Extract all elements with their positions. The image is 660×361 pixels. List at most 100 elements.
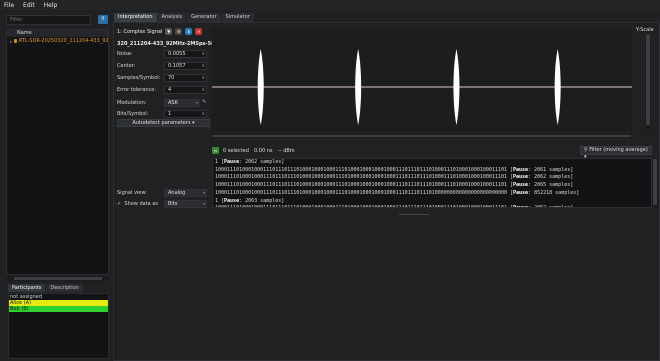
tab-generator[interactable]: Generator <box>187 13 221 22</box>
menu-help[interactable]: Help <box>44 2 58 9</box>
samples-per-symbol-spinbox[interactable]: 70 ⬍ <box>164 74 207 82</box>
data-line[interactable]: 1000111010001000111011101110100010001000… <box>213 167 651 175</box>
chevron-down-icon: ▾ <box>192 120 195 126</box>
pause-samples: : 2061 samples] <box>528 166 574 173</box>
wrench-icon[interactable]: ✎ <box>202 99 209 106</box>
spin-arrows-icon[interactable]: ⬍ <box>202 111 205 117</box>
data-bits: 1000111010001000111011101110100010001000… <box>215 174 514 181</box>
scrollbar-thumb[interactable] <box>213 135 631 137</box>
info-icon[interactable]: ▼ <box>165 28 173 35</box>
pause-keyword: Pause <box>224 159 240 165</box>
tab-interpretation[interactable]: Interpretation <box>114 13 157 22</box>
filter-row: ⚲ <box>5 14 109 26</box>
pause-samples: : 2062 samples] <box>528 205 573 207</box>
save-icon[interactable]: ⬇ <box>185 28 193 35</box>
show-data-select[interactable]: Bits ▾ <box>164 200 207 208</box>
filter-input[interactable] <box>6 15 91 25</box>
selected-time: 0.00 ns <box>254 148 273 154</box>
filter-icon: ⚲ <box>584 147 588 153</box>
close-icon[interactable]: ✕ <box>195 28 203 35</box>
data-line[interactable]: 1000111010001000111011101110100010001000… <box>213 205 651 207</box>
data-vertical-scrollbar[interactable] <box>652 158 658 208</box>
left-panel: ⚲ Name ▸ RTL-SDR-20250320_211204-433_92M… <box>5 14 109 359</box>
spin-arrows-icon[interactable]: ⬍ <box>202 87 205 93</box>
tab-participants[interactable]: Participants <box>8 284 46 292</box>
signal-view-label: Signal view: <box>117 190 147 196</box>
samples-per-symbol-label: Samples/Symbol: <box>117 75 161 81</box>
tree-horizontal-scrollbar[interactable] <box>6 276 109 281</box>
menu-file[interactable]: File <box>4 2 14 9</box>
filter-button[interactable]: ⚲ Filter (moving average) ▾ <box>580 146 652 160</box>
yscale-slider-thumb[interactable] <box>646 35 650 125</box>
data-bits: 1000111010001000111011101110100010001000… <box>215 166 514 173</box>
noise-label: Noise: <box>117 51 133 57</box>
plot-horizontal-scrollbar[interactable] <box>212 134 632 138</box>
main-tabs: Interpretation Analysis Generator Simula… <box>114 13 254 22</box>
pause-keyword: Pause <box>224 197 240 204</box>
pause-keyword: Pause <box>513 166 529 173</box>
chevron-down-icon: ▾ <box>202 190 205 195</box>
signal-view-value: Analog <box>168 190 186 196</box>
spin-arrows-icon[interactable]: ⬍ <box>202 51 205 57</box>
signal-view-row: Signal view: Analog ▾ <box>117 189 210 198</box>
menu-edit[interactable]: Edit <box>23 2 35 9</box>
data-line[interactable]: 1 [Pause: 2063 samples] <box>213 198 651 206</box>
pause-keyword: Pause <box>513 174 529 181</box>
settings-icon[interactable]: ⚙ <box>175 28 183 35</box>
bits-per-symbol-value: 1 <box>168 111 172 117</box>
signal-plot[interactable] <box>212 27 632 132</box>
tree-header-name: Name <box>7 30 108 37</box>
protocol-data-view[interactable]: 1 [Pause: 2062 samples] 10001110100010001… <box>212 158 652 208</box>
samples-per-symbol-value: 70 <box>168 75 175 81</box>
filter-label: Filter (moving average) <box>589 147 648 153</box>
tab-simulator[interactable]: Simulator <box>221 13 254 22</box>
checkmark-icon: ✓ <box>117 201 122 207</box>
autodetect-button[interactable]: Autodetect parameters ▾ <box>117 119 210 127</box>
data-line[interactable]: 1000111010001000111011101110100010001000… <box>213 190 651 198</box>
center-spinbox[interactable]: 0.1057 ⬍ <box>164 62 207 70</box>
error-tolerance-label: Error tolerance: <box>117 87 157 93</box>
yscale-slider[interactable] <box>645 35 651 130</box>
splitter-handle[interactable] <box>399 214 429 215</box>
data-line[interactable]: 1000111010001000111011101110100010001000… <box>213 182 651 190</box>
signal-title: 1: Complex Signal <box>117 28 163 35</box>
modulation-select[interactable]: ASK ▾ <box>164 99 200 107</box>
pause-samples: : 2062 samples] <box>239 159 285 165</box>
signal-burst <box>554 49 561 125</box>
signal-tree[interactable]: Name ▸ RTL-SDR-20250320_211204-433_92MHz… <box>6 29 109 275</box>
data-bits: 1 [ <box>215 197 225 204</box>
pause-samples: : 2062 samples] <box>528 174 574 181</box>
signal-view-select[interactable]: Analog ▾ <box>164 189 207 197</box>
expand-arrow-icon[interactable]: ▸ <box>10 39 12 44</box>
signal-burst <box>453 49 460 125</box>
yscale-label: Y-Scale <box>636 27 654 33</box>
pause-keyword: Pause <box>513 205 528 207</box>
center-value: 0.1057 <box>168 63 186 69</box>
scrollbar-thumb[interactable] <box>14 277 102 280</box>
spin-arrows-icon[interactable]: ⬍ <box>202 63 205 69</box>
tab-description[interactable]: Description <box>46 284 83 292</box>
signal-burst <box>355 49 362 125</box>
show-data-value: Bits <box>168 201 178 207</box>
selected-dbm: -- dBm <box>278 148 295 154</box>
noise-spinbox[interactable]: 0.0055 ⬍ <box>164 50 207 58</box>
data-line[interactable]: 1000111010001000111011101110100010001000… <box>213 174 651 182</box>
participant-bob[interactable]: Bob (B) <box>9 306 108 312</box>
error-tolerance-spinbox[interactable]: 4 ⬍ <box>164 86 207 94</box>
param-bits-per-symbol: Bits/Symbol: 1 ⬍ <box>117 110 207 119</box>
tab-analysis[interactable]: Analysis <box>157 13 187 22</box>
pause-keyword: Pause <box>513 189 529 196</box>
participant-list: not assigned Alice (A) Bob (B) <box>8 293 109 359</box>
zoom-selection-button[interactable]: ⇔ <box>212 147 219 154</box>
tree-item-signal[interactable]: ▸ RTL-SDR-20250320_211204-433_92MHz-2MSp… <box>7 37 108 45</box>
bits-per-symbol-spinbox[interactable]: 1 ⬍ <box>164 110 207 118</box>
show-data-row: ✓ Show data as Bits ▾ <box>117 200 210 209</box>
data-line[interactable]: 1 [Pause: 2062 samples] <box>213 159 651 167</box>
filter-button[interactable]: ⚲ <box>98 15 108 24</box>
bits-per-symbol-label: Bits/Symbol: <box>117 111 149 117</box>
spin-arrows-icon[interactable]: ⬍ <box>202 75 205 81</box>
center-label: Center: <box>117 63 136 69</box>
scrollbar-thumb[interactable] <box>653 159 657 205</box>
show-data-checkbox[interactable]: ✓ Show data as <box>117 201 158 207</box>
data-bits: 1 [ <box>215 159 225 165</box>
